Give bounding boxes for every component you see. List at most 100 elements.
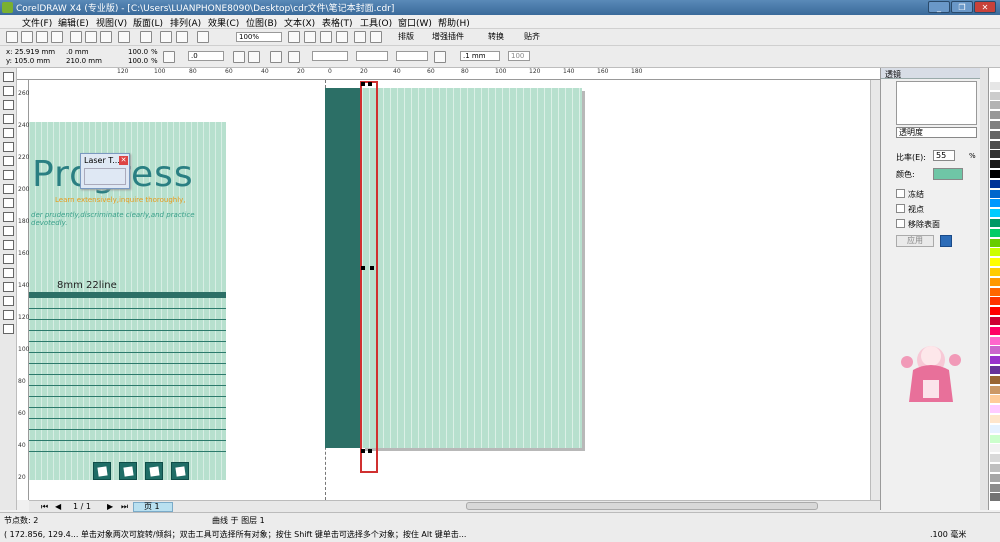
freehand-tool-icon[interactable] [3, 128, 14, 138]
menu-arrange[interactable]: 排列(A) [170, 16, 201, 29]
freeze-checkbox[interactable] [896, 189, 905, 198]
palette-swatch[interactable] [990, 130, 1000, 140]
laser-window-close-button[interactable]: ✕ [119, 156, 128, 165]
palette-swatch[interactable] [990, 81, 1000, 91]
palette-swatch[interactable] [990, 375, 1000, 385]
palette-swatch[interactable] [990, 405, 1000, 415]
menu-bitmaps[interactable]: 位图(B) [246, 16, 277, 29]
menu-table[interactable]: 表格(T) [322, 16, 353, 29]
palette-swatch[interactable] [990, 415, 1000, 424]
eyedropper-tool-icon[interactable] [3, 282, 14, 292]
rate-input[interactable]: 55 [933, 150, 955, 161]
ellipse-tool-icon[interactable] [3, 170, 14, 180]
back-cover[interactable] [362, 88, 582, 448]
polygon-tool-icon[interactable] [3, 184, 14, 194]
shape-tool-icon[interactable] [3, 86, 14, 96]
palette-swatch[interactable] [990, 464, 1000, 473]
scale-x[interactable]: 100.0 [128, 48, 148, 56]
drawing-canvas[interactable]: Progress Learn extensively,inquire thoro… [29, 80, 880, 500]
palette-swatch[interactable] [990, 287, 1000, 297]
palette-swatch[interactable] [990, 140, 1000, 150]
crop-tool-icon[interactable] [3, 100, 14, 110]
palette-swatch[interactable] [990, 473, 1000, 483]
line-style-select[interactable] [356, 51, 388, 61]
palette-swatch[interactable] [990, 150, 1000, 160]
palette-swatch[interactable] [990, 121, 1000, 130]
welcome-icon[interactable] [354, 31, 366, 43]
palette-swatch[interactable] [990, 170, 1000, 179]
palette-swatch[interactable] [990, 454, 1000, 464]
palette-swatch[interactable] [990, 297, 1000, 307]
selection-handle[interactable] [368, 82, 372, 86]
next-page-icon[interactable]: ▶ [107, 502, 113, 511]
palette-swatch[interactable] [990, 346, 1000, 356]
mirror-h-icon[interactable] [233, 51, 245, 63]
palette-swatch[interactable] [990, 385, 1000, 395]
zoom-level[interactable]: 100% [236, 32, 282, 42]
palette-swatch[interactable] [990, 101, 1000, 111]
interactive-fill-icon[interactable] [3, 324, 14, 334]
copy-icon[interactable] [85, 31, 97, 43]
palette-swatch[interactable] [990, 189, 1000, 199]
palette-swatch[interactable] [990, 444, 1000, 454]
y-position[interactable]: y: 105.0 mm [6, 57, 50, 65]
menu-text[interactable]: 文本(X) [284, 16, 315, 29]
outline-tool-icon[interactable] [3, 296, 14, 306]
basic-shapes-icon[interactable] [3, 198, 14, 208]
pick-tool-icon[interactable] [3, 72, 14, 82]
menu-edit[interactable]: 编辑(E) [58, 16, 89, 29]
fill-tool-icon[interactable] [3, 310, 14, 320]
horizontal-scroll-thumb[interactable] [466, 502, 818, 510]
interactive-tool-icon[interactable] [3, 268, 14, 278]
palette-swatch[interactable] [990, 493, 1000, 503]
vertical-scrollbar[interactable] [870, 80, 880, 500]
curve-smoothness[interactable]: 100 [508, 51, 530, 61]
menu-effects[interactable]: 效果(C) [208, 16, 239, 29]
menu-layout[interactable]: 版面(L) [133, 16, 163, 29]
menu-view[interactable]: 视图(V) [96, 16, 127, 29]
selection-handle[interactable] [361, 82, 365, 86]
x-position[interactable]: x: 25.919 mm [6, 48, 55, 56]
maximize-button[interactable]: ❐ [951, 1, 973, 13]
text-tool-icon[interactable] [3, 212, 14, 222]
launcher-icon[interactable] [197, 31, 209, 43]
palette-swatch[interactable] [990, 336, 1000, 346]
snap-objects-icon[interactable] [320, 31, 332, 43]
palette-swatch[interactable] [990, 199, 1000, 209]
selection-handle[interactable] [370, 266, 374, 270]
options-icon[interactable] [370, 31, 382, 43]
apply-button[interactable]: 应用 [896, 235, 934, 247]
convert-curve-icon[interactable] [288, 51, 300, 63]
viewpoint-checkbox[interactable] [896, 204, 905, 213]
close-button[interactable]: ✕ [974, 1, 996, 13]
lens-color-picker[interactable] [933, 168, 963, 180]
palette-swatch[interactable] [990, 395, 1000, 405]
undo-icon[interactable] [118, 31, 130, 43]
palette-swatch[interactable] [990, 160, 1000, 170]
palette-swatch[interactable] [990, 72, 1000, 81]
snap-grid-icon[interactable] [288, 31, 300, 43]
lens-type-select[interactable]: 透明度 [896, 127, 977, 138]
export-icon[interactable] [176, 31, 188, 43]
lock-ratio-icon[interactable] [163, 51, 175, 63]
menu-file[interactable]: 文件(F) [22, 16, 52, 29]
palette-swatch[interactable] [990, 209, 1000, 219]
imposition-button[interactable]: 排版 [398, 31, 414, 42]
new-icon[interactable] [6, 31, 18, 43]
mirror-v-icon[interactable] [248, 51, 260, 63]
laser-tools-window[interactable]: Laser T... ✕ [80, 153, 130, 189]
table-tool-icon[interactable] [3, 226, 14, 236]
laser-tools-panel[interactable] [84, 168, 126, 185]
palette-swatch[interactable] [990, 277, 1000, 287]
redo-icon[interactable] [140, 31, 152, 43]
enhance-plugin-button[interactable]: 增强插件 [432, 31, 464, 42]
paste-icon[interactable] [100, 31, 112, 43]
color-palette[interactable] [988, 68, 1000, 510]
zoom-tool-icon[interactable] [3, 114, 14, 124]
menu-help[interactable]: 帮助(H) [438, 16, 470, 29]
prev-page-icon[interactable]: ◀ [55, 502, 61, 511]
selection-handle[interactable] [361, 266, 365, 270]
first-page-icon[interactable]: ⏮ [41, 502, 48, 512]
palette-swatch[interactable] [990, 111, 1000, 121]
remove-face-checkbox[interactable] [896, 219, 905, 228]
